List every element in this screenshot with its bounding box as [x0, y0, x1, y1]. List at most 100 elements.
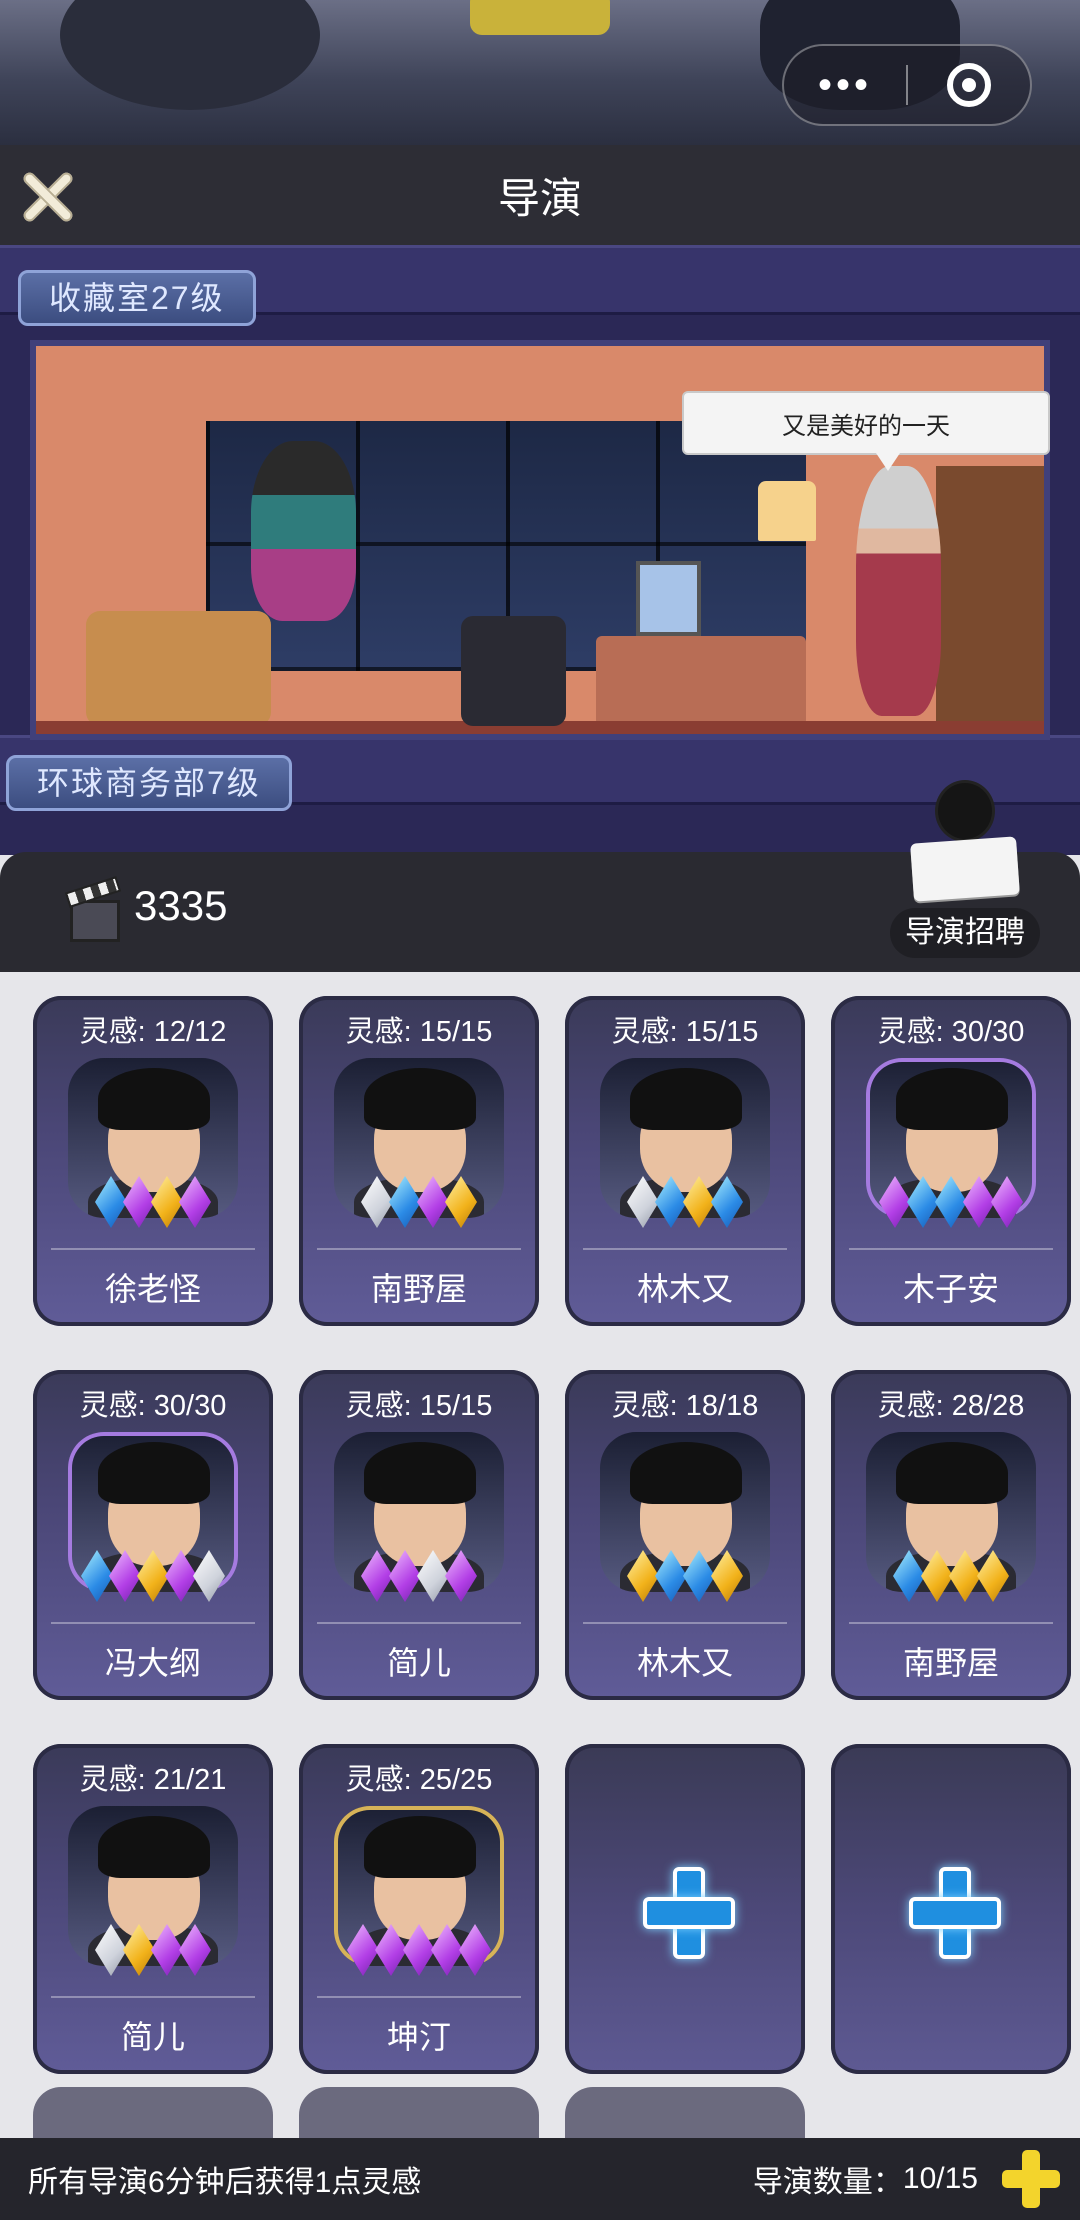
director-screen: ••• 导演 收藏室27级 环球商务部7级 又是美好的一天 3335 导演招聘 … [0, 0, 1080, 2220]
director-card[interactable]: 灵感: 21/21 简儿 [33, 1744, 273, 2074]
speech-bubble: 又是美好的一天 [682, 391, 1050, 471]
recruit-label: 导演招聘 [890, 908, 1040, 958]
blue-gem-icon [95, 1176, 127, 1228]
director-name: 林木又 [636, 1645, 733, 1681]
empty-director-slot[interactable] [831, 1744, 1071, 2074]
gold-gem-icon [711, 1550, 743, 1602]
purple-gem-icon [389, 1550, 421, 1602]
purple-gem-icon [109, 1550, 141, 1602]
director-card-partial[interactable] [299, 2087, 539, 2138]
blue-gem-icon [893, 1550, 925, 1602]
director-card[interactable]: 灵感: 18/18 林木又 [565, 1370, 805, 1700]
star-gem-row [831, 1550, 1071, 1606]
ellipsis-icon[interactable]: ••• [784, 46, 906, 124]
director-card[interactable]: 灵感: 15/15 南野屋 [299, 996, 539, 1326]
director-card[interactable]: 灵感: 15/15 简儿 [299, 1370, 539, 1700]
purple-gem-icon [459, 1924, 491, 1976]
director-name: 简儿 [120, 2019, 185, 2055]
inspiration-timer-note: 所有导演6分钟后获得1点灵感 [28, 2166, 422, 2199]
inspiration-label: 灵感: 21/21 [79, 1764, 227, 1796]
purple-gem-icon [445, 1550, 477, 1602]
director-name: 冯大纲 [104, 1645, 201, 1681]
director-name: 南野屋 [902, 1645, 999, 1681]
purple-gem-icon [179, 1924, 211, 1976]
inspiration-label: 灵感: 18/18 [611, 1390, 759, 1422]
purple-gem-icon [417, 1176, 449, 1228]
gold-gem-icon [137, 1550, 169, 1602]
star-gem-row [565, 1550, 805, 1606]
header-bar: 导演 [0, 145, 1080, 245]
director-recruit-button[interactable]: 导演招聘 [890, 780, 1040, 970]
purple-gem-icon [375, 1924, 407, 1976]
director-card[interactable]: 灵感: 30/30 冯大纲 [33, 1370, 273, 1700]
gold-gem-icon [123, 1924, 155, 1976]
purple-gem-icon [165, 1550, 197, 1602]
director-name: 南野屋 [370, 1271, 467, 1307]
gold-gem-icon [977, 1550, 1009, 1602]
blue-gem-icon [683, 1550, 715, 1602]
gold-gem-icon [921, 1550, 953, 1602]
plus-icon[interactable] [1002, 2150, 1060, 2208]
floor-label-collection: 收藏室27级 [18, 270, 256, 326]
old-man-character[interactable] [856, 466, 941, 716]
close-x-icon[interactable] [18, 167, 76, 225]
gold-gem-icon [949, 1550, 981, 1602]
gold-gem-icon [683, 1176, 715, 1228]
director-card[interactable]: 灵感: 28/28 南野屋 [831, 1370, 1071, 1700]
director-card[interactable]: 灵感: 25/25 坤汀 [299, 1744, 539, 2074]
white-gem-icon [417, 1550, 449, 1602]
director-name: 林木又 [636, 1271, 733, 1307]
blue-gem-icon [907, 1176, 939, 1228]
white-gem-icon [627, 1176, 659, 1228]
purple-gem-icon [963, 1176, 995, 1228]
blue-gem-icon [655, 1176, 687, 1228]
purple-gem-icon [123, 1176, 155, 1228]
footer-bar: 所有导演6分钟后获得1点灵感 导演数量： 10/15 [0, 2138, 1080, 2220]
purple-gem-icon [347, 1924, 379, 1976]
director-name: 木子安 [902, 1271, 999, 1307]
empty-director-slot[interactable] [565, 1744, 805, 2074]
inspiration-label: 灵感: 12/12 [79, 1016, 227, 1048]
blue-gem-icon [935, 1176, 967, 1228]
inspiration-label: 灵感: 30/30 [877, 1016, 1025, 1048]
clapperboard-icon [64, 876, 124, 944]
director-count-value: 10/15 [902, 2162, 978, 2195]
director-name: 徐老怪 [104, 1271, 201, 1307]
star-gem-row [299, 1550, 539, 1606]
inspiration-label: 灵感: 30/30 [79, 1390, 227, 1422]
purple-gem-icon [361, 1550, 393, 1602]
director-name: 坤汀 [386, 2019, 451, 2055]
director-card-partial[interactable] [33, 2087, 273, 2138]
purple-gem-icon [151, 1924, 183, 1976]
purple-gem-icon [179, 1176, 211, 1228]
blue-gem-icon [389, 1176, 421, 1228]
director-grid: 灵感: 12/12 徐老怪 灵感: 15/15 南野屋 灵感: 15/15 林木又 灵感: … [0, 972, 1080, 2138]
flying-character[interactable] [251, 441, 356, 621]
star-gem-row [33, 1176, 273, 1232]
white-gem-icon [193, 1550, 225, 1602]
white-gem-icon [361, 1176, 393, 1228]
target-circle-icon[interactable] [908, 46, 1030, 124]
plus-icon [909, 1867, 1001, 1959]
purple-gem-icon [431, 1924, 463, 1976]
director-card[interactable]: 灵感: 30/30 木子安 [831, 996, 1071, 1326]
blue-gem-icon [655, 1550, 687, 1602]
blue-gem-icon [711, 1176, 743, 1228]
inspiration-label: 灵感: 25/25 [345, 1764, 493, 1796]
floor-label-business: 环球商务部7级 [6, 755, 292, 811]
miniprogram-capsule: ••• [782, 44, 1032, 126]
gold-gem-icon [151, 1176, 183, 1228]
page-title: 导演 [497, 174, 582, 222]
inspiration-label: 灵感: 15/15 [611, 1016, 759, 1048]
inspiration-label: 灵感: 15/15 [345, 1016, 493, 1048]
director-count-label: 导演数量： [752, 2166, 903, 2199]
director-card[interactable]: 灵感: 15/15 林木又 [565, 996, 805, 1326]
star-gem-row [299, 1924, 539, 1980]
director-card[interactable]: 灵感: 12/12 徐老怪 [33, 996, 273, 1326]
gold-gem-icon [627, 1550, 659, 1602]
plus-icon [643, 1867, 735, 1959]
purple-gem-icon [991, 1176, 1023, 1228]
star-gem-row [831, 1176, 1071, 1232]
white-gem-icon [95, 1924, 127, 1976]
director-card-partial[interactable] [565, 2087, 805, 2138]
